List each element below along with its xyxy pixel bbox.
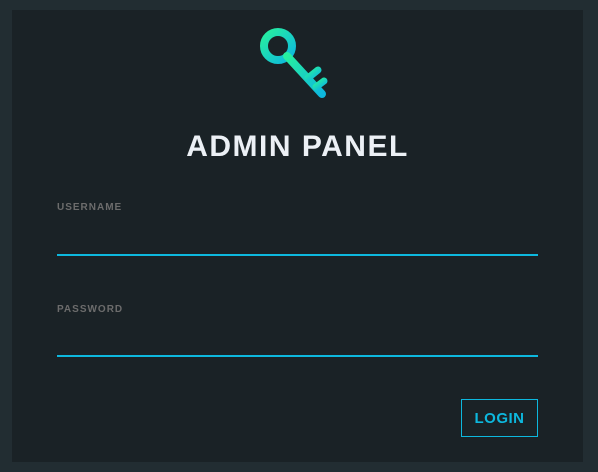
login-panel: ADMIN PANEL USERNAME PASSWORD LOGIN xyxy=(12,10,583,462)
login-button[interactable]: LOGIN xyxy=(461,399,538,437)
page-title: ADMIN PANEL xyxy=(186,130,409,163)
username-label: USERNAME xyxy=(57,202,123,213)
username-input[interactable] xyxy=(57,232,538,256)
key-icon xyxy=(256,26,336,102)
password-label: PASSWORD xyxy=(57,304,124,315)
password-input[interactable] xyxy=(57,333,538,357)
